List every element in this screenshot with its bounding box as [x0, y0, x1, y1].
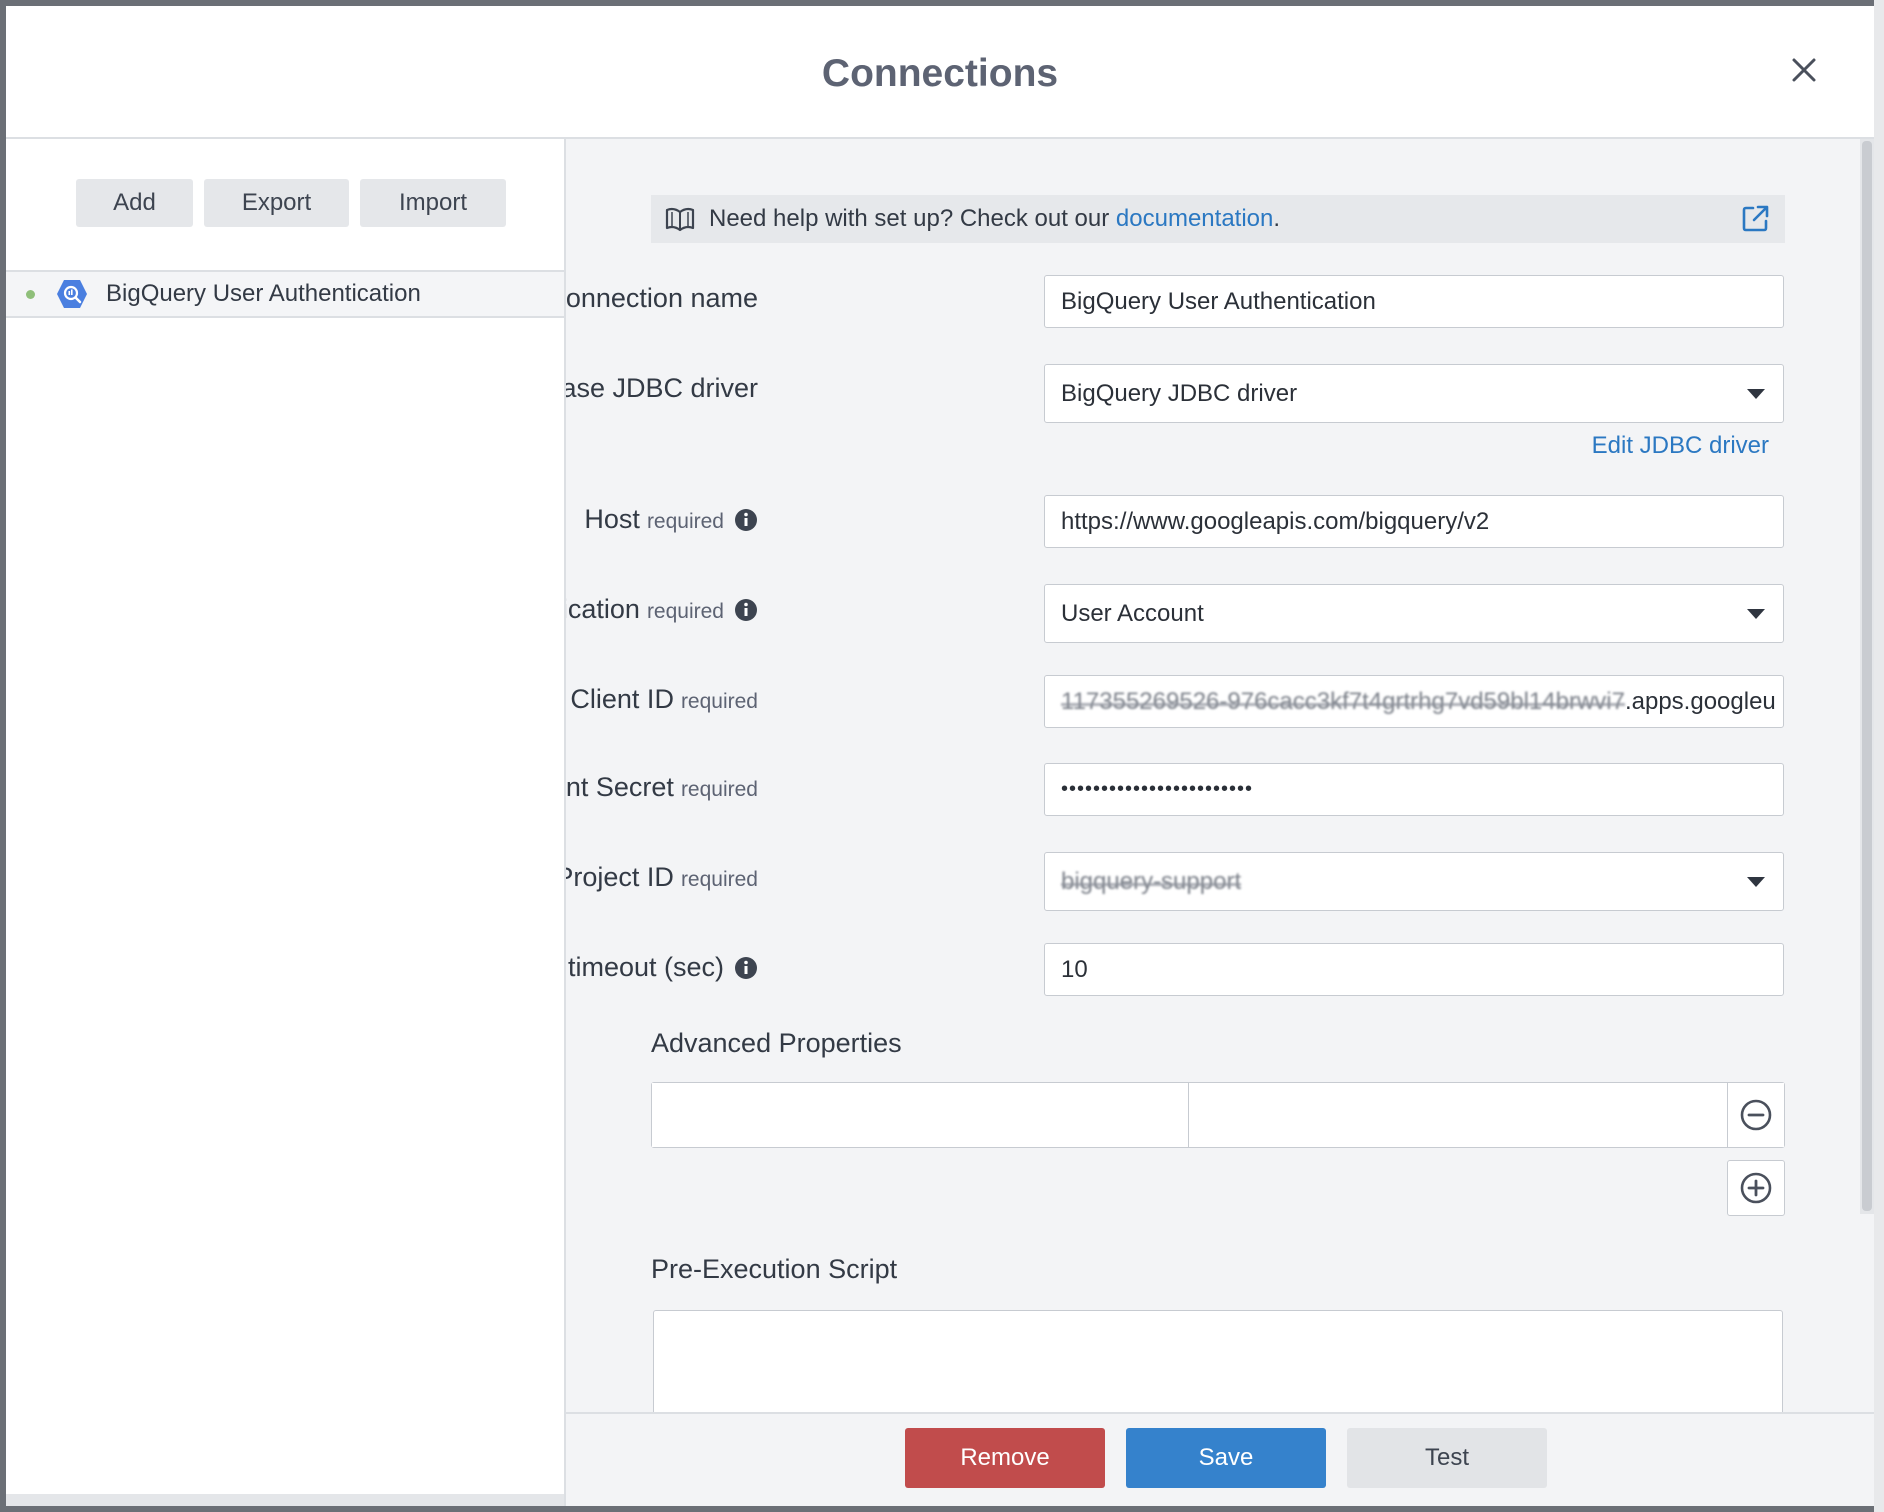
- required-tag: required: [646, 600, 724, 623]
- help-text: Need help with set up? Check out our doc…: [709, 205, 1280, 233]
- dialog-title: Connections: [821, 52, 1059, 95]
- required-tag: required: [680, 690, 758, 713]
- dialog-footer: Remove Save Test: [566, 1412, 1874, 1506]
- connection-list-item[interactable]: BigQuery User Authentication: [6, 272, 564, 318]
- project-id-label: Project ID required: [566, 862, 758, 893]
- chevron-down-icon: [1747, 876, 1765, 887]
- connections-dialog: Connections Add Export Import BigQuery U…: [6, 6, 1874, 1506]
- jdbc-driver-value: BigQuery JDBC driver: [1061, 379, 1298, 407]
- edit-jdbc-driver-link[interactable]: Edit JDBC driver: [1592, 432, 1769, 460]
- dialog-header: Connections: [6, 6, 1874, 139]
- client-secret-label-text: Client Secret: [566, 772, 674, 802]
- chevron-down-icon: [1747, 608, 1765, 619]
- host-input[interactable]: https://www.googleapis.com/bigquery/v2: [1044, 495, 1784, 548]
- required-tag: required: [646, 510, 724, 533]
- client-id-label: Client ID required: [570, 684, 758, 715]
- required-tag: required: [680, 778, 758, 801]
- info-icon[interactable]: [734, 508, 758, 532]
- info-icon[interactable]: [734, 598, 758, 622]
- external-link-icon[interactable]: [1739, 203, 1771, 235]
- authentication-label-text: Authentication: [566, 594, 640, 624]
- property-key-input[interactable]: [652, 1083, 1189, 1147]
- scrollbar-thumb[interactable]: [1862, 141, 1872, 1211]
- authentication-label: Authentication required: [566, 594, 758, 625]
- client-id-input[interactable]: 117355269526-976cacc3kf7t4grtrhg7vd59bl1…: [1044, 675, 1784, 728]
- jdbc-driver-select[interactable]: BigQuery JDBC driver: [1044, 364, 1784, 423]
- help-suffix: .: [1273, 205, 1281, 232]
- pre-execution-script-editor[interactable]: [653, 1310, 1783, 1414]
- client-secret-input[interactable]: ••••••••••••••••••••••••: [1044, 763, 1784, 816]
- client-id-suffix: .apps.googleu: [1624, 687, 1776, 715]
- jdbc-driver-label-text: Database JDBC driver: [566, 373, 758, 403]
- timeout-input[interactable]: 10: [1044, 943, 1784, 996]
- export-button[interactable]: Export: [204, 179, 349, 227]
- pre-execution-script-title: Pre-Execution Script: [651, 1254, 898, 1284]
- sidebar-horizontal-scrollbar[interactable]: [6, 1494, 564, 1506]
- editor-scroll-area: Need help with set up? Check out our doc…: [566, 139, 1874, 1414]
- close-button[interactable]: [1784, 50, 1824, 90]
- sidebar-toolbar: Add Export Import: [6, 139, 564, 272]
- required-tag: required: [680, 868, 758, 891]
- client-id-label-text: Client ID: [570, 684, 674, 714]
- save-button[interactable]: Save: [1126, 1428, 1326, 1488]
- remove-property-button[interactable]: [1728, 1083, 1784, 1147]
- connection-name-label-text: Connection name: [566, 283, 758, 313]
- connection-name-input[interactable]: BigQuery User Authentication: [1044, 275, 1784, 328]
- plus-circle-icon: [1740, 1172, 1772, 1204]
- host-label-text: Host: [584, 504, 640, 534]
- timeout-label-text: Connection timeout (sec): [566, 952, 724, 982]
- close-icon: [1792, 58, 1816, 82]
- project-id-value: bigquery-support: [1061, 867, 1242, 895]
- connection-editor: Need help with set up? Check out our doc…: [566, 139, 1874, 1506]
- client-id-redacted: 117355269526-976cacc3kf7t4grtrhg7vd59bl1…: [1061, 687, 1625, 715]
- documentation-link[interactable]: documentation: [1116, 205, 1273, 232]
- chevron-down-icon: [1747, 388, 1765, 399]
- test-button[interactable]: Test: [1347, 1428, 1547, 1488]
- import-button[interactable]: Import: [360, 179, 506, 227]
- advanced-properties-title: Advanced Properties: [651, 1028, 902, 1058]
- client-secret-label: Client Secret required: [566, 772, 758, 803]
- project-id-select[interactable]: bigquery-support: [1044, 852, 1784, 911]
- host-label: Host required: [584, 504, 758, 535]
- connection-label: BigQuery User Authentication: [106, 280, 421, 307]
- timeout-label: Connection timeout (sec): [566, 952, 758, 983]
- help-banner: Need help with set up? Check out our doc…: [651, 195, 1785, 243]
- connection-name-label: Connection name: [566, 283, 758, 314]
- help-prefix: Need help with set up? Check out our: [709, 205, 1116, 232]
- jdbc-driver-label: Database JDBC driver: [566, 373, 758, 404]
- connections-sidebar: Add Export Import BigQuery User Authenti…: [6, 139, 566, 1506]
- property-value-input[interactable]: [1189, 1083, 1728, 1147]
- add-property-button[interactable]: [1727, 1160, 1785, 1216]
- bigquery-icon: [57, 280, 87, 308]
- minus-circle-icon: [1740, 1099, 1772, 1131]
- authentication-value: User Account: [1061, 599, 1204, 627]
- add-button[interactable]: Add: [76, 179, 193, 227]
- project-id-label-text: Project ID: [566, 862, 674, 892]
- book-icon: [665, 207, 695, 232]
- status-dot: [26, 289, 35, 299]
- backdrop-edge: [1874, 0, 1884, 1512]
- advanced-property-row: [651, 1082, 1785, 1148]
- vertical-scrollbar[interactable]: [1860, 139, 1874, 1214]
- info-icon[interactable]: [734, 956, 758, 980]
- remove-button[interactable]: Remove: [905, 1428, 1105, 1488]
- authentication-select[interactable]: User Account: [1044, 584, 1784, 643]
